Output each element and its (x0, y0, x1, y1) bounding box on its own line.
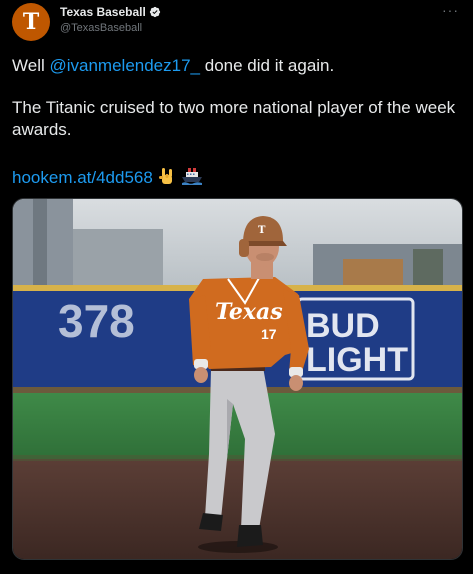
tweet-photo[interactable]: 378 BUD LIGHT Texas 17 T (12, 198, 463, 560)
display-name[interactable]: Texas Baseball (60, 5, 146, 19)
ad-sign-line2: LIGHT (306, 341, 408, 379)
avatar[interactable]: T (12, 3, 50, 41)
tweet-link-line: hookem.at/4dd568 (12, 166, 462, 192)
text-suffix: done did it again. (200, 56, 335, 75)
ad-sign-line1: BUD (306, 307, 380, 345)
horns-emoji (157, 166, 177, 192)
tweet[interactable]: T Texas Baseball @TexasBaseball ··· Well… (0, 0, 473, 574)
mention-link[interactable]: @ivanmelendez17_ (49, 56, 200, 75)
more-icon[interactable]: ··· (442, 2, 459, 18)
verified-icon (149, 6, 160, 18)
tweet-text-paragraph2: The Titanic cruised to two more national… (12, 98, 456, 139)
svg-text:T: T (258, 225, 266, 236)
ship-emoji (181, 166, 203, 192)
tweet-text-line1: Well @ivanmelendez17_ done did it again. (12, 55, 462, 77)
jersey-text: Texas (215, 299, 283, 325)
author-row: Texas Baseball (60, 5, 161, 19)
jersey-number: 17 (261, 326, 277, 342)
text-prefix: Well (12, 56, 50, 75)
avatar-logo: T (22, 9, 40, 35)
handle[interactable]: @TexasBaseball (60, 22, 142, 34)
url-link[interactable]: hookem.at/4dd568 (12, 168, 153, 187)
outfield-sign: 378 (58, 295, 135, 347)
baseball-player-photo: 378 BUD LIGHT Texas 17 T (13, 199, 462, 559)
